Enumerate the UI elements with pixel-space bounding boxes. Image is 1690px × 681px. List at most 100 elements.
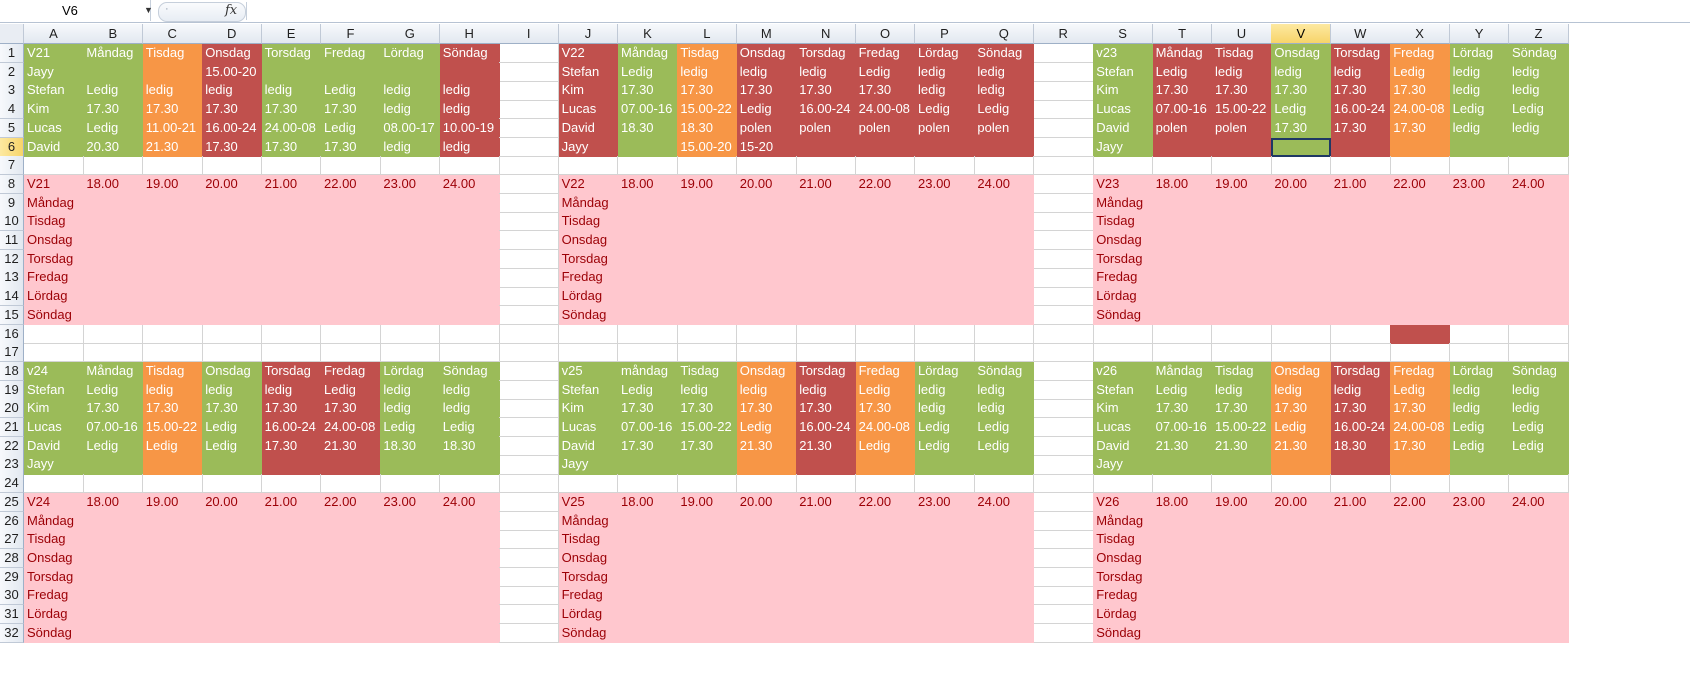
cell-d7[interactable] (202, 156, 263, 176)
cell-i20[interactable] (499, 399, 560, 419)
cell-f29[interactable] (321, 567, 381, 587)
cell-y13[interactable] (1449, 268, 1510, 288)
cell-s14[interactable]: Lördag (1093, 287, 1154, 307)
cell-p6[interactable] (915, 137, 975, 157)
cell-v20[interactable]: 17.30 (1271, 399, 1332, 419)
cell-s4[interactable]: Lucas (1093, 100, 1154, 120)
cell-v5[interactable]: 17.30 (1271, 118, 1332, 138)
cell-l13[interactable] (677, 268, 738, 288)
cell-d22[interactable]: Ledig (202, 436, 263, 456)
cell-j25[interactable]: V25 (558, 492, 619, 512)
cell-o27[interactable] (855, 530, 916, 550)
cell-a6[interactable]: David (24, 137, 84, 157)
cell-t18[interactable]: Måndag (1152, 361, 1213, 382)
cell-b23[interactable] (83, 455, 144, 475)
cell-g4[interactable]: ledig (380, 100, 441, 120)
cell-j31[interactable]: Lördag (558, 605, 619, 625)
cell-l23[interactable] (677, 455, 738, 475)
cell-q5[interactable]: polen (974, 118, 1035, 138)
cell-z11[interactable] (1509, 231, 1569, 251)
cell-x27[interactable] (1390, 530, 1451, 550)
cell-p24[interactable] (915, 474, 975, 494)
chevron-down-icon[interactable]: ▼ (144, 5, 153, 15)
cell-w21[interactable]: 16.00-24 (1330, 418, 1391, 438)
cell-k28[interactable] (618, 548, 678, 569)
cell-d6[interactable]: 17.30 (202, 137, 263, 157)
cell-v4[interactable]: Ledig (1271, 100, 1332, 120)
cell-f19[interactable]: Ledig (321, 380, 381, 400)
cell-n14[interactable] (796, 287, 857, 307)
cell-y10[interactable] (1449, 212, 1510, 232)
cell-j5[interactable]: David (558, 118, 619, 138)
cell-m23[interactable] (736, 455, 797, 475)
cell-m3[interactable]: 17.30 (736, 81, 797, 101)
cell-h7[interactable] (439, 156, 500, 176)
cell-g18[interactable]: Lördag (380, 361, 441, 382)
cell-z5[interactable]: ledig (1509, 118, 1569, 138)
cell-o32[interactable] (855, 623, 916, 643)
cell-e11[interactable] (261, 231, 322, 251)
cell-l27[interactable] (677, 530, 738, 550)
cell-m14[interactable] (736, 287, 797, 307)
cell-e9[interactable] (261, 193, 322, 213)
cell-t31[interactable] (1152, 605, 1213, 625)
cell-b18[interactable]: Måndag (83, 361, 144, 382)
row-header-3[interactable]: 3 (0, 81, 24, 101)
cell-x9[interactable] (1390, 193, 1451, 213)
column-header-r[interactable]: R (1033, 24, 1094, 44)
cell-u24[interactable] (1212, 474, 1272, 494)
cell-b13[interactable] (83, 268, 144, 288)
cell-r16[interactable] (1033, 324, 1094, 344)
cell-g7[interactable] (380, 156, 441, 176)
cell-v11[interactable] (1271, 231, 1332, 251)
cell-s7[interactable] (1093, 156, 1154, 176)
cell-x15[interactable] (1390, 305, 1451, 325)
cell-v16[interactable] (1271, 324, 1332, 344)
cell-l29[interactable] (677, 567, 738, 587)
cell-e3[interactable]: ledig (261, 81, 322, 101)
cell-o24[interactable] (855, 474, 916, 494)
cell-r28[interactable] (1033, 548, 1094, 569)
cell-x28[interactable] (1390, 548, 1451, 569)
column-header-s[interactable]: S (1093, 24, 1154, 44)
cell-f8[interactable]: 22.00 (321, 174, 381, 195)
cell-a13[interactable]: Fredag (24, 268, 84, 288)
cell-l31[interactable] (677, 605, 738, 625)
cell-x20[interactable]: 17.30 (1390, 399, 1451, 419)
cell-q2[interactable]: ledig (974, 62, 1035, 82)
cell-g21[interactable]: Ledig (380, 418, 441, 438)
cell-y28[interactable] (1449, 548, 1510, 569)
cell-j24[interactable] (558, 474, 619, 494)
cell-q3[interactable]: ledig (974, 81, 1035, 101)
cell-t27[interactable] (1152, 530, 1213, 550)
cell-l8[interactable]: 19.00 (677, 174, 738, 195)
cell-f21[interactable]: 24.00-08 (321, 418, 381, 438)
cell-d1[interactable]: Onsdag (202, 44, 263, 64)
cell-a2[interactable]: Jayy (24, 62, 84, 82)
cell-k11[interactable] (618, 231, 678, 251)
cell-e24[interactable] (261, 474, 322, 494)
cell-v13[interactable] (1271, 268, 1332, 288)
row-header-28[interactable]: 28 (0, 548, 24, 569)
cell-e22[interactable]: 17.30 (261, 436, 322, 456)
cell-l16[interactable] (677, 324, 738, 344)
cell-u26[interactable] (1212, 511, 1272, 531)
cell-j20[interactable]: Kim (558, 399, 619, 419)
cell-t26[interactable] (1152, 511, 1213, 531)
cell-t4[interactable]: 07.00-16 (1152, 100, 1213, 120)
cell-v18[interactable]: Onsdag (1271, 361, 1332, 382)
row-header-12[interactable]: 12 (0, 249, 24, 269)
cell-k5[interactable]: 18.30 (618, 118, 678, 138)
cell-w11[interactable] (1330, 231, 1391, 251)
cell-q20[interactable]: ledig (974, 399, 1035, 419)
cell-o12[interactable] (855, 249, 916, 269)
cell-z24[interactable] (1509, 474, 1569, 494)
cell-h1[interactable]: Söndag (439, 44, 500, 64)
cell-e1[interactable]: Torsdag (261, 44, 322, 64)
cell-u2[interactable]: ledig (1212, 62, 1272, 82)
cell-b3[interactable]: Ledig (83, 81, 144, 101)
cell-q21[interactable]: Ledig (974, 418, 1035, 438)
cell-b24[interactable] (83, 474, 144, 494)
cell-p27[interactable] (915, 530, 975, 550)
cell-t29[interactable] (1152, 567, 1213, 587)
